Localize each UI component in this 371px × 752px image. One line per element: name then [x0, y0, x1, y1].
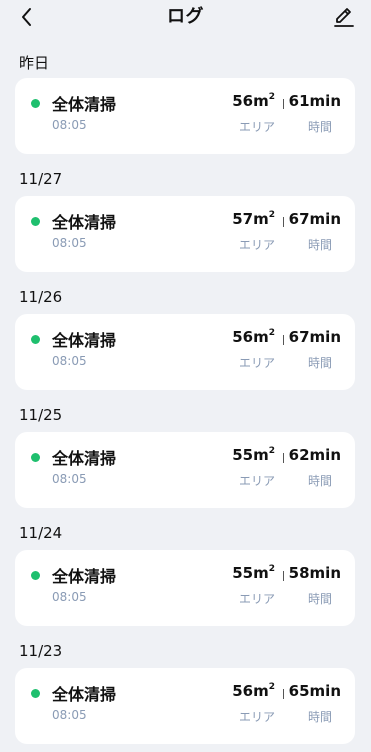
stat-divider [283, 99, 284, 109]
area-value: 56m2 [232, 92, 275, 110]
area-number: 57m [232, 210, 269, 228]
duration-label: 時間 [307, 356, 332, 370]
stat-divider [283, 453, 284, 463]
duration-value: 67min [288, 210, 341, 228]
stat-divider [283, 571, 284, 581]
status-dot [31, 689, 40, 698]
area-label: エリア [238, 592, 275, 606]
cleaning-mode: 全体清掃 [52, 95, 117, 114]
log-group: 11/27 全体清掃 08:05 57m2 67min エリア 時間 [0, 162, 371, 280]
log-date-header: 11/27 [19, 170, 63, 188]
area-value: 55m2 [232, 446, 275, 464]
cleaning-mode: 全体清掃 [52, 685, 117, 704]
status-dot [31, 571, 40, 580]
log-date-header: 11/24 [19, 524, 63, 542]
log-card[interactable]: 全体清掃 08:05 56m2 61min エリア 時間 [15, 78, 355, 154]
log-date-header: 11/26 [19, 288, 63, 306]
log-list: 昨日 全体清掃 08:05 56m2 61min エリア 時間 11/27 全体… [0, 44, 371, 752]
area-number: 56m [232, 682, 269, 700]
log-card[interactable]: 全体清掃 08:05 56m2 65min エリア 時間 [15, 668, 355, 744]
status-dot [31, 99, 40, 108]
area-number: 56m [232, 328, 269, 346]
stat-divider [283, 689, 284, 699]
area-value: 56m2 [232, 682, 275, 700]
status-dot [31, 335, 40, 344]
area-value: 55m2 [232, 564, 275, 582]
status-dot [31, 453, 40, 462]
cleaning-mode: 全体清掃 [52, 213, 117, 232]
stat-divider [283, 217, 284, 227]
log-group: 11/23 全体清掃 08:05 56m2 65min エリア 時間 [0, 634, 371, 752]
duration-value: 61min [288, 92, 341, 110]
area-unit-superscript: 2 [268, 682, 275, 692]
area-label: エリア [238, 356, 275, 370]
area-unit-superscript: 2 [268, 328, 275, 338]
area-unit-superscript: 2 [268, 210, 275, 220]
status-dot [31, 217, 40, 226]
start-time: 08:05 [52, 708, 87, 722]
duration-value: 65min [288, 682, 341, 700]
start-time: 08:05 [52, 590, 87, 604]
duration-value: 58min [288, 564, 341, 582]
start-time: 08:05 [52, 236, 87, 250]
log-group: 11/24 全体清掃 08:05 55m2 58min エリア 時間 [0, 516, 371, 634]
duration-label: 時間 [307, 710, 332, 724]
log-group: 11/26 全体清掃 08:05 56m2 67min エリア 時間 [0, 280, 371, 398]
area-label: エリア [238, 474, 275, 488]
start-time: 08:05 [52, 354, 87, 368]
duration-label: 時間 [307, 120, 332, 134]
log-date-header: 11/25 [19, 406, 63, 424]
log-group: 昨日 全体清掃 08:05 56m2 61min エリア 時間 [0, 44, 371, 162]
log-group: 11/25 全体清掃 08:05 55m2 62min エリア 時間 [0, 398, 371, 516]
cleaning-mode: 全体清掃 [52, 449, 117, 468]
cleaning-mode: 全体清掃 [52, 331, 117, 350]
log-card[interactable]: 全体清掃 08:05 55m2 58min エリア 時間 [15, 550, 355, 626]
log-card[interactable]: 全体清掃 08:05 57m2 67min エリア 時間 [15, 196, 355, 272]
stat-divider [283, 335, 284, 345]
start-time: 08:05 [52, 472, 87, 486]
header-bar: ログ [0, 0, 371, 34]
area-unit-superscript: 2 [268, 92, 275, 102]
duration-label: 時間 [307, 592, 332, 606]
edit-pen-icon [334, 8, 354, 27]
log-date-header: 11/23 [19, 642, 63, 660]
cleaning-mode: 全体清掃 [52, 567, 117, 586]
area-number: 56m [232, 92, 269, 110]
log-date-header: 昨日 [19, 54, 50, 72]
duration-value: 67min [288, 328, 341, 346]
area-value: 56m2 [232, 328, 275, 346]
area-unit-superscript: 2 [268, 446, 275, 456]
area-number: 55m [232, 446, 269, 464]
start-time: 08:05 [52, 118, 87, 132]
area-value: 57m2 [232, 210, 275, 228]
area-unit-superscript: 2 [268, 564, 275, 574]
log-card[interactable]: 全体清掃 08:05 55m2 62min エリア 時間 [15, 432, 355, 508]
duration-label: 時間 [307, 238, 332, 252]
area-label: エリア [238, 120, 275, 134]
area-label: エリア [238, 238, 275, 252]
edit-button[interactable] [331, 4, 357, 30]
duration-label: 時間 [307, 474, 332, 488]
area-number: 55m [232, 564, 269, 582]
log-card[interactable]: 全体清掃 08:05 56m2 67min エリア 時間 [15, 314, 355, 390]
page-title: ログ [167, 6, 204, 27]
duration-value: 62min [288, 446, 341, 464]
area-label: エリア [238, 710, 275, 724]
